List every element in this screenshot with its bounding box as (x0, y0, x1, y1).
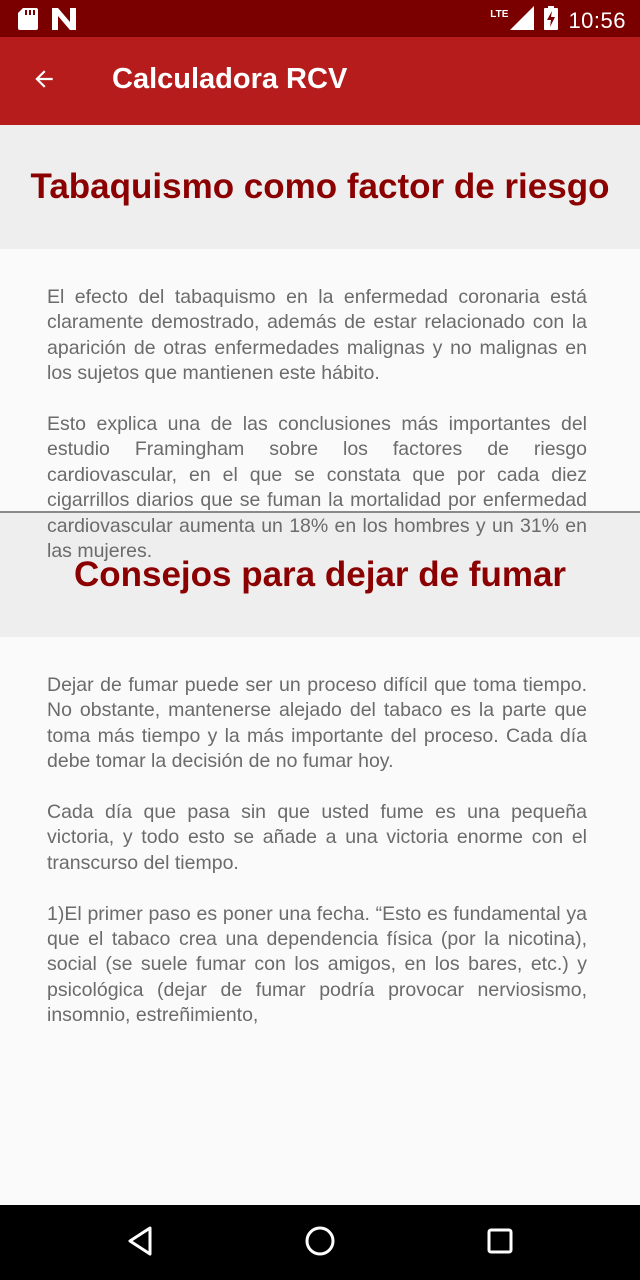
recents-square-icon (486, 1227, 514, 1260)
notification-n-icon (52, 8, 76, 35)
battery-charging-icon (544, 6, 559, 35)
section-body: El efecto del tabaquismo en la enfermeda… (0, 249, 640, 562)
status-time: 10:56 (568, 7, 626, 33)
nav-home-button[interactable] (300, 1223, 340, 1263)
app-bar: Calculadora RCV (0, 37, 640, 125)
paragraph: Dejar de fumar puede ser un proceso difí… (47, 674, 587, 773)
section-body: Dejar de fumar puede ser un proceso difí… (0, 637, 640, 1029)
app-title: Calculadora RCV (112, 63, 348, 95)
home-circle-icon (304, 1225, 336, 1262)
back-button[interactable] (22, 59, 66, 103)
section-title: Tabaquismo como factor de riesgo (30, 167, 610, 206)
sd-card-icon (18, 8, 38, 35)
signal-icon (510, 6, 535, 35)
nav-recents-button[interactable] (480, 1223, 520, 1263)
status-bar: LTE 10:56 (0, 0, 640, 37)
content-scroll[interactable]: Tabaquismo como factor de riesgo El efec… (0, 125, 640, 1205)
nav-back-button[interactable] (120, 1223, 160, 1263)
arrow-back-icon (31, 66, 57, 97)
paragraph: El efecto del tabaquismo en la enfermeda… (47, 286, 587, 385)
navigation-bar (0, 1205, 640, 1280)
network-type: LTE (490, 9, 509, 20)
section-header: Tabaquismo como factor de riesgo (0, 125, 640, 249)
paragraph: Cada día que pasa sin que usted fume es … (47, 801, 587, 874)
section-title: Consejos para dejar de fumar (73, 555, 567, 594)
back-triangle-icon (126, 1226, 154, 1261)
paragraph: 1)El primer paso es poner una fecha. “Es… (47, 902, 587, 1027)
